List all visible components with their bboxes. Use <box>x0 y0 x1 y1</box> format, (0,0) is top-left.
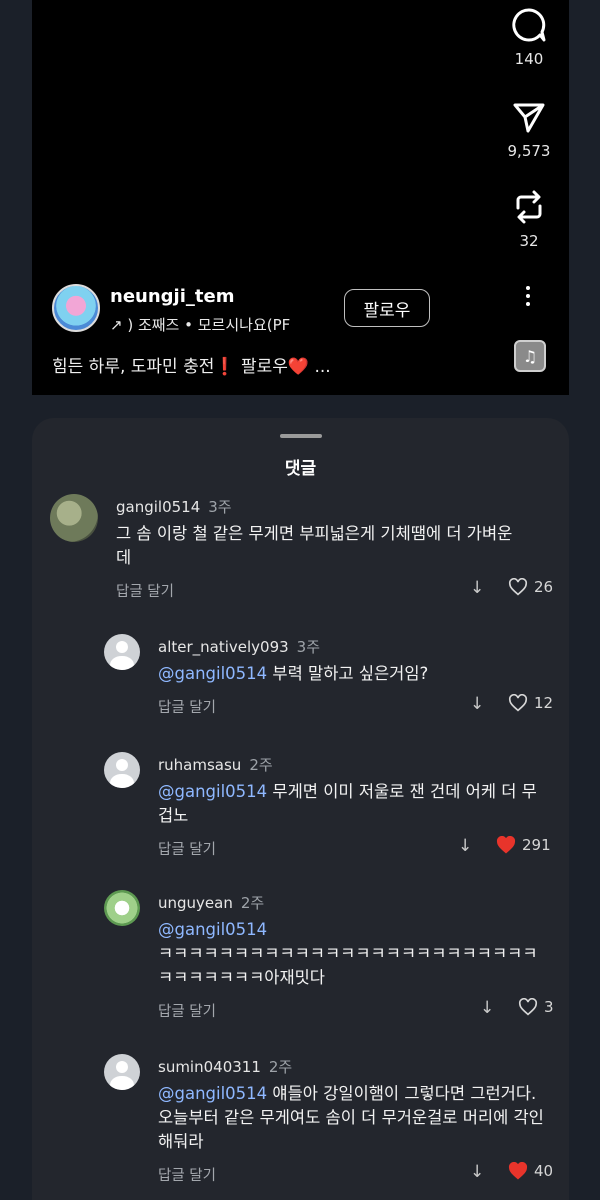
comment-username[interactable]: ruhamsasu 2주 <box>158 754 273 775</box>
comment-username[interactable]: alter_natively093 3주 <box>158 636 320 657</box>
reply-button[interactable]: 답글 달기 <box>158 1000 216 1021</box>
author-avatar[interactable] <box>52 284 100 332</box>
caption-follow-word: 팔로우 <box>235 357 288 377</box>
like-count: 26 <box>534 578 554 596</box>
send-icon <box>513 103 545 133</box>
caption-exclamation: ❗ <box>214 357 236 377</box>
reply-button[interactable]: 답글 달기 <box>158 696 216 717</box>
author-username[interactable]: neungji_tem <box>110 286 234 307</box>
downvote-icon[interactable]: ↓ <box>470 694 484 714</box>
commenter-avatar[interactable] <box>104 752 140 788</box>
comment-text: @gangil0514 부력 말하고 싶은거임? <box>158 664 429 683</box>
comment-text: @gangil0514 무게면 이미 저울로 잰 건데 어케 더 무겁노 <box>158 782 537 825</box>
like-button[interactable]: 40 <box>508 1162 553 1180</box>
reply-item: ruhamsasu 2주 @gangil0514 무게면 이미 저울로 잰 건데 … <box>104 752 560 862</box>
heart-filled-icon <box>508 1162 528 1180</box>
like-count: 12 <box>534 694 554 712</box>
mention-link[interactable]: @gangil0514 <box>158 664 267 683</box>
comment-username[interactable]: unguyean 2주 <box>158 892 264 913</box>
video-caption[interactable]: 힘든 하루, 도파민 충전❗ 팔로우❤️ ... <box>52 352 331 377</box>
downvote-icon[interactable]: ↓ <box>480 998 494 1018</box>
like-count: 40 <box>534 1162 554 1180</box>
heart-outline-icon <box>508 578 528 596</box>
mention-link[interactable]: @gangil0514 <box>158 920 267 939</box>
heart-filled-icon <box>496 836 516 854</box>
commenter-avatar[interactable] <box>50 494 98 542</box>
like-count: 3 <box>544 998 554 1016</box>
comment-username[interactable]: sumin040311 2주 <box>158 1056 292 1077</box>
like-button[interactable]: 3 <box>518 998 554 1016</box>
more-options-icon[interactable] <box>525 286 531 310</box>
caption-heart: ❤️ <box>287 357 310 377</box>
like-button[interactable]: 291 <box>496 836 551 854</box>
follow-button[interactable]: 팔로우 <box>344 289 430 327</box>
mention-link[interactable]: @gangil0514 <box>158 1084 267 1103</box>
music-meta[interactable]: ↗ ) 조째즈 • 모르시나요(PF <box>110 314 310 335</box>
caption-ellipsis: ... <box>309 357 331 377</box>
repost-count: 32 <box>519 232 539 250</box>
heart-outline-icon <box>518 998 538 1016</box>
comment-text: @gangil0514 ㅋㅋㅋㅋㅋㅋㅋㅋㅋㅋㅋㅋㅋㅋㅋㅋㅋㅋㅋㅋㅋㅋㅋㅋㅋㅋㅋㅋㅋ… <box>158 920 538 987</box>
like-count: 291 <box>522 836 551 854</box>
comment-text: @gangil0514 얘들아 강일이햄이 그렇다면 그런거다. 오늘부터 같은… <box>158 1084 544 1151</box>
caption-text: 힘든 하루, 도파민 충전 <box>52 357 215 377</box>
like-button[interactable]: 26 <box>508 578 553 596</box>
downvote-icon[interactable]: ↓ <box>470 578 484 598</box>
comment-item: gangil0514 3주 그 솜 이랑 철 같은 무게면 부피넓은게 기체땜에 … <box>50 494 560 604</box>
downvote-icon[interactable]: ↓ <box>470 1162 484 1182</box>
commenter-avatar[interactable] <box>104 1054 140 1090</box>
reply-button[interactable]: 답글 달기 <box>158 838 216 859</box>
comment-action[interactable]: 140 <box>499 6 559 68</box>
downvote-icon[interactable]: ↓ <box>458 836 472 856</box>
comment-count: 140 <box>514 50 544 68</box>
comment-text: 그 솜 이랑 철 같은 무게면 부피넓은게 기체땜에 더 가벼운데 <box>116 524 513 567</box>
reply-item: unguyean 2주 @gangil0514 ㅋㅋㅋㅋㅋㅋㅋㅋㅋㅋㅋㅋㅋㅋㅋㅋㅋㅋ… <box>104 890 560 1020</box>
like-button[interactable]: 12 <box>508 694 553 712</box>
commenter-avatar[interactable] <box>104 634 140 670</box>
reply-item: alter_natively093 3주 @gangil0514 부력 말하고 싶… <box>104 634 560 724</box>
drag-handle[interactable] <box>280 434 322 438</box>
heart-outline-icon <box>508 694 528 712</box>
share-count: 9,573 <box>507 142 551 160</box>
repost-action[interactable]: 32 <box>499 188 559 250</box>
comment-username[interactable]: gangil0514 3주 <box>116 496 232 517</box>
mention-link[interactable]: @gangil0514 <box>158 782 267 801</box>
music-note-icon[interactable]: ♫ <box>514 340 546 372</box>
reply-item: sumin040311 2주 @gangil0514 얘들아 강일이햄이 그렇다면… <box>104 1054 560 1184</box>
comment-icon <box>512 8 546 42</box>
commenter-avatar[interactable] <box>104 890 140 926</box>
video-panel[interactable]: 140 9,573 32 neungji_tem ↗ ) 조째즈 • 모르시나요… <box>32 0 569 395</box>
share-action[interactable]: 9,573 <box>499 98 559 160</box>
comments-sheet: 댓글 gangil0514 3주 그 솜 이랑 철 같은 무게면 부피넓은게 기체… <box>32 418 569 1200</box>
author-row: neungji_tem ↗ ) 조째즈 • 모르시나요(PF 팔로우 <box>52 284 512 336</box>
reply-button[interactable]: 답글 달기 <box>116 580 174 601</box>
repost-icon <box>516 190 542 224</box>
comments-title: 댓글 <box>284 459 317 479</box>
reply-button[interactable]: 답글 달기 <box>158 1164 216 1185</box>
